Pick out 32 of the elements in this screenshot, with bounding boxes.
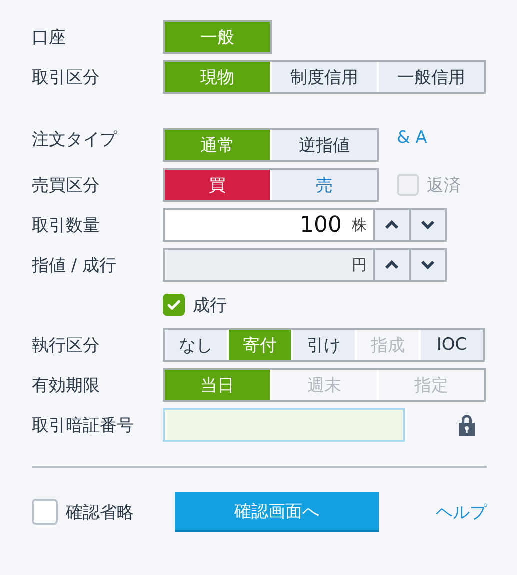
- field-label: 売買区分: [32, 176, 100, 196]
- checkbox-label: 成行: [193, 294, 227, 316]
- segment-tab[interactable]: 引け: [293, 330, 355, 360]
- segment-tab[interactable]: 一般信用: [379, 62, 484, 92]
- field-label: 取引暗証番号: [32, 416, 134, 436]
- field-label: 指値 / 成行: [32, 256, 117, 276]
- field-label: 口座: [32, 28, 66, 48]
- segment-tab[interactable]: 寄付: [229, 330, 291, 360]
- checkbox[interactable]: [163, 294, 185, 316]
- segment-tab[interactable]: 制度信用: [272, 62, 377, 92]
- segment-tab[interactable]: 逆指値: [272, 130, 377, 160]
- segment-tab[interactable]: 通常: [165, 130, 270, 160]
- checkbox[interactable]: [32, 499, 58, 525]
- checkbox-label: 確認省略: [66, 502, 134, 524]
- segment-tab[interactable]: 当日: [165, 370, 270, 400]
- help-link[interactable]: ヘルプ: [436, 500, 487, 524]
- segment-tab[interactable]: 現物: [165, 62, 270, 92]
- field-label: 取引区分: [32, 68, 100, 88]
- lock-icon: [457, 413, 477, 437]
- password-field[interactable]: [163, 408, 405, 442]
- segment-tab[interactable]: 売: [272, 170, 377, 200]
- field-label: 注文タイプ: [32, 130, 117, 150]
- segment-tab[interactable]: 一般: [165, 22, 270, 52]
- link[interactable]: & A: [397, 128, 428, 148]
- segment-tab[interactable]: IOC: [421, 330, 483, 360]
- field-label: 有効期限: [32, 376, 100, 396]
- segment-tab[interactable]: なし: [165, 330, 227, 360]
- field-label: 取引数量: [32, 216, 100, 236]
- confirm-button[interactable]: 確認画面へ: [175, 492, 379, 532]
- field-label: 執行区分: [32, 336, 100, 356]
- checkbox-label: 返済: [427, 174, 461, 196]
- segment-tab[interactable]: 買: [165, 170, 270, 200]
